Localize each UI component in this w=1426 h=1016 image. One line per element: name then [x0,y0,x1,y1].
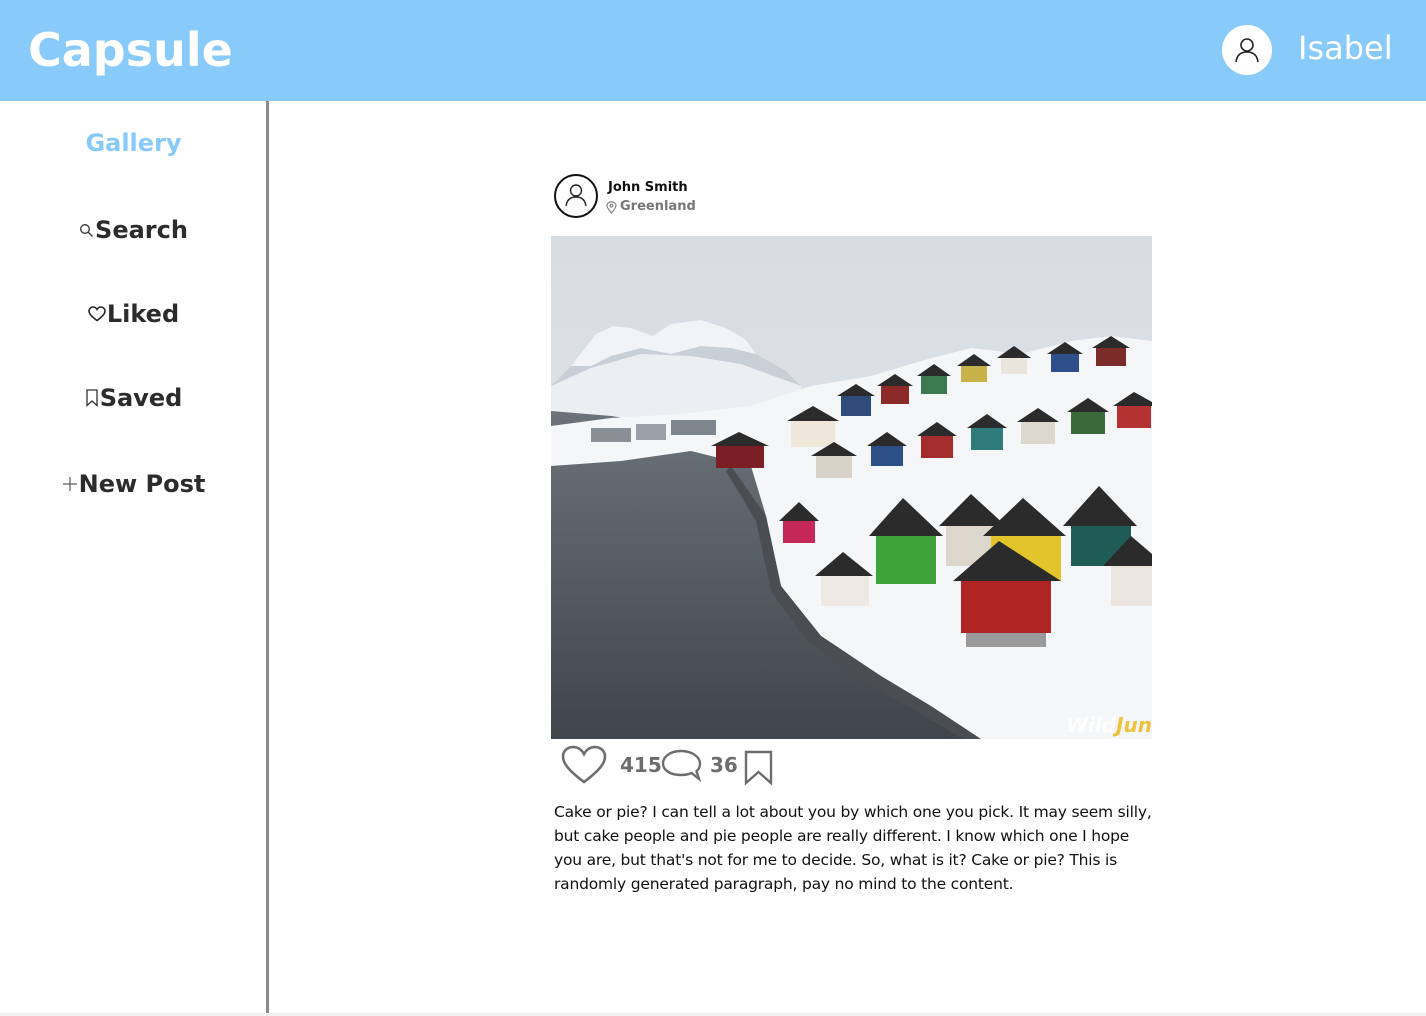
user-avatar[interactable] [1222,25,1272,75]
post-author-avatar[interactable] [554,174,598,218]
landscape-photo [551,236,1152,739]
bookmark-icon [85,389,99,407]
app-header: Capsule Isabel [0,0,1426,101]
bookmark-icon [744,750,773,786]
comment-button[interactable] [660,748,704,786]
post-author-name[interactable]: John Smith [608,179,688,197]
save-button[interactable] [743,750,775,790]
sidebar-divider [266,101,269,1013]
post-caption: Cake or pie? I can tell a lot about you … [554,803,1152,893]
comment-count: 36 [710,753,738,777]
user-icon [565,184,587,207]
post-location-label: Greenland [620,199,696,214]
sidebar-item-label: Search [95,216,188,244]
sidebar-item-search[interactable]: Search [0,210,267,250]
sidebar-item-gallery[interactable]: Gallery [0,123,267,163]
sidebar-item-label: Liked [106,300,180,328]
like-count: 415 [620,753,662,777]
user-icon [1235,38,1259,63]
heart-icon [88,306,106,322]
watermark-part-b: Jun [1116,713,1152,737]
sidebar-item-new-post[interactable]: New Post [0,464,267,504]
sidebar-item-saved[interactable]: Saved [0,378,267,418]
post-photo[interactable]: WildJun [551,236,1152,739]
sidebar-item-liked[interactable]: Liked [0,294,267,334]
plus-icon [62,476,78,492]
location-pin-icon [606,200,617,214]
sidebar-item-label: Saved [99,384,183,412]
watermark-part-a: Wild [1065,713,1117,737]
comment-icon [661,749,702,783]
user-name[interactable]: Isabel [1298,28,1393,68]
app-logo[interactable]: Capsule [28,20,233,80]
heart-icon [561,745,607,784]
post-location: Greenland [606,198,696,216]
photo-watermark: WildJun [1066,713,1152,737]
sidebar-item-label: New Post [78,470,206,498]
sidebar-item-label: Gallery [85,129,182,157]
sidebar: Gallery Search Liked Saved New Post [0,101,267,1013]
like-button[interactable] [560,744,608,790]
search-icon [79,223,94,238]
